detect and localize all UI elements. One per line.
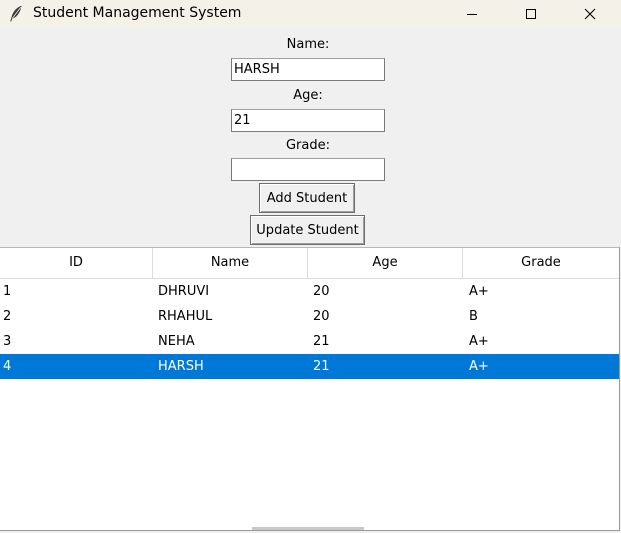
app-window: Student Management System Name: Age: Gra… xyxy=(0,0,621,533)
cell-grade: A+ xyxy=(469,334,489,349)
cell-name: RHAHUL xyxy=(158,309,213,324)
table-row[interactable]: 2 RHAHUL 20 B xyxy=(0,304,619,329)
horizontal-scrollbar-thumb[interactable] xyxy=(252,527,364,530)
table-row[interactable]: 3 NEHA 21 A+ xyxy=(0,329,619,354)
cell-name: NEHA xyxy=(158,334,195,349)
minimize-icon xyxy=(466,5,478,24)
table-row-selected[interactable]: 4 HARSH 21 A+ xyxy=(0,354,619,379)
close-icon xyxy=(584,5,596,24)
add-student-button[interactable]: Add Student xyxy=(259,183,355,213)
grade-input[interactable] xyxy=(231,158,385,181)
table-row[interactable]: 1 DHRUVI 20 A+ xyxy=(0,279,619,304)
cell-name: DHRUVI xyxy=(158,284,210,299)
feather-icon xyxy=(9,5,23,22)
close-button[interactable] xyxy=(567,0,613,28)
name-label: Name: xyxy=(286,37,330,52)
column-header-grade[interactable]: Grade xyxy=(463,248,619,278)
table-header: ID Name Age Grade xyxy=(0,248,619,279)
title-bar[interactable]: Student Management System xyxy=(0,0,621,28)
cell-id: 4 xyxy=(3,359,12,374)
cell-id: 3 xyxy=(3,334,12,349)
cell-grade: A+ xyxy=(469,359,489,374)
age-input[interactable] xyxy=(231,109,385,132)
cell-age: 20 xyxy=(313,309,330,324)
age-label: Age: xyxy=(293,88,323,103)
column-header-name[interactable]: Name xyxy=(153,248,308,278)
cell-age: 20 xyxy=(313,284,330,299)
update-student-button[interactable]: Update Student xyxy=(250,215,365,245)
cell-age: 21 xyxy=(313,359,330,374)
name-input[interactable] xyxy=(231,58,385,81)
minimize-button[interactable] xyxy=(449,0,495,28)
column-header-id[interactable]: ID xyxy=(0,248,153,278)
cell-grade: A+ xyxy=(469,284,489,299)
cell-name: HARSH xyxy=(158,359,204,374)
grade-label: Grade: xyxy=(285,138,330,153)
column-header-age[interactable]: Age xyxy=(308,248,463,278)
cell-id: 1 xyxy=(3,284,12,299)
cell-id: 2 xyxy=(3,309,12,324)
maximize-icon xyxy=(525,5,537,24)
window-title: Student Management System xyxy=(33,5,242,21)
cell-age: 21 xyxy=(313,334,330,349)
cell-grade: B xyxy=(469,309,478,324)
student-table[interactable]: ID Name Age Grade 1 DHRUVI 20 A+ 2 RHAHU… xyxy=(0,247,620,531)
maximize-button[interactable] xyxy=(508,0,554,28)
